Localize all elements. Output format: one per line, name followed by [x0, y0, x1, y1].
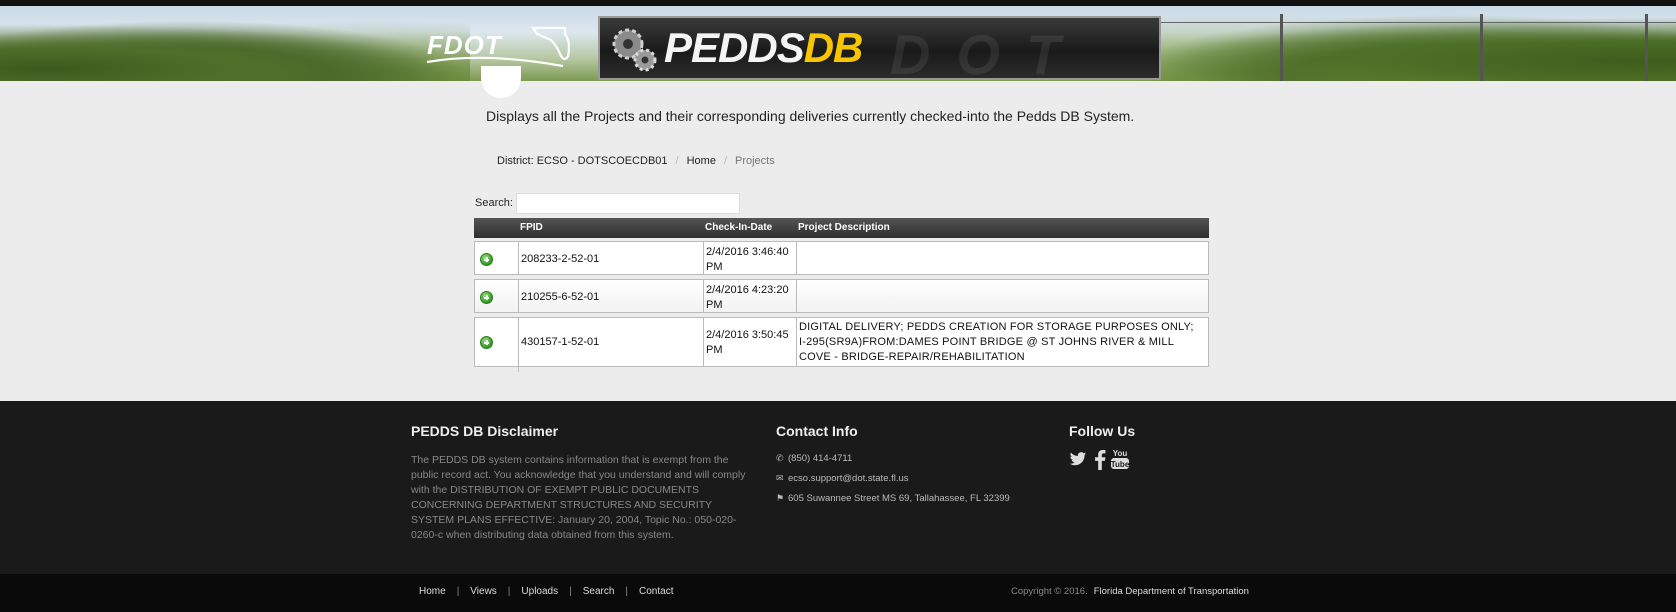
logo-watermark: DOT [890, 23, 1087, 81]
logo-wordmark: PEDDSDB [664, 24, 864, 72]
flag-icon: ⚑ [776, 493, 785, 503]
breadcrumb-separator: / [675, 155, 679, 167]
table-row[interactable]: 430157-1-52-01 2/4/2016 3:50:45 PM DIGIT… [474, 317, 1209, 372]
footer-nav-views[interactable]: Views [470, 586, 497, 597]
footer-nav-home[interactable]: Home [419, 586, 446, 597]
check-in-date-cell: 2/4/2016 3:50:45 PM [704, 318, 797, 366]
facebook-icon[interactable] [1094, 450, 1106, 470]
contact-phone: ✆ (850) 414-4711 [776, 453, 852, 464]
envelope-icon: ✉ [776, 473, 784, 483]
contact-address: ⚑ 605 Suwannee Street MS 69, Tallahassee,… [776, 493, 1010, 504]
gear-icon [612, 28, 657, 72]
youtube-icon-top: You [1113, 449, 1128, 458]
description-cell [797, 280, 1208, 312]
fdot-logo[interactable]: FDOT [425, 22, 575, 68]
breadcrumb-separator: / [723, 155, 727, 167]
footer-nav-search[interactable]: Search [583, 586, 615, 597]
contact-email[interactable]: ✉ ecso.support@dot.state.fl.us [776, 473, 909, 484]
breadcrumb: District: ECSO - DOTSCOECDB01 / Home / Proje… [497, 155, 775, 167]
fdot-logo-text: FDOT [427, 30, 502, 60]
banner-trees-left [0, 20, 470, 81]
fpid-text[interactable]: 210255-6-52-01 [521, 290, 699, 305]
check-in-date-ampm: PM [706, 344, 723, 356]
fpid-text[interactable]: 208233-2-52-01 [521, 252, 699, 267]
decorative-circle [481, 66, 521, 98]
fpid-text[interactable]: 430157-1-52-01 [521, 335, 699, 350]
expand-cell [475, 242, 519, 274]
footer-nav-contact[interactable]: Contact [639, 586, 673, 597]
expand-row-icon[interactable] [480, 253, 493, 266]
check-in-date-ampm: PM [706, 299, 723, 311]
fpid-cell: 430157-1-52-01 [519, 318, 704, 366]
disclaimer-text: The PEDDS DB system contains information… [411, 454, 746, 541]
power-pole [1480, 14, 1483, 81]
nav-divider: | [507, 586, 511, 597]
contact-title: Contact Info [776, 423, 858, 439]
pedds-db-logo[interactable]: DOT PEDDSDB [598, 16, 1161, 81]
footer-nav-uploads[interactable]: Uploads [521, 586, 558, 597]
contact-phone-text: (850) 414-4711 [788, 453, 853, 464]
contact-address-text: 605 Suwannee Street MS 69, Tallahassee, … [788, 493, 1010, 504]
description-cell [797, 242, 1208, 274]
column-header-check-in-date[interactable]: Check-In-Date [705, 222, 772, 233]
check-in-date-text: 2/4/2016 3:50:45 [706, 329, 789, 341]
copyright-text: Copyright © 2016. [1011, 586, 1088, 597]
search-label: Search: [475, 197, 513, 209]
search-input[interactable] [516, 193, 740, 214]
header-banner: FDOT DOT PEDDSDB [0, 0, 1676, 81]
fpid-cell: 210255-6-52-01 [519, 280, 704, 312]
power-pole [1280, 14, 1283, 81]
breadcrumb-home-link[interactable]: Home [687, 155, 716, 167]
table-row[interactable]: 208233-2-52-01 2/4/2016 3:46:40 PM [474, 241, 1209, 275]
breadcrumb-current: Projects [735, 155, 775, 167]
phone-icon: ✆ [776, 453, 784, 463]
projects-table: FPID Check-In-Date Project Description 2… [474, 218, 1209, 372]
youtube-icon-bottom: Tube [1111, 460, 1129, 469]
footer-nav: Home | Views | Uploads | Search | Contact [419, 586, 673, 597]
description-cell: DIGITAL DELIVERY; PEDDS CREATION FOR STO… [797, 318, 1208, 366]
check-in-date-cell: 2/4/2016 3:46:40 PM [704, 242, 797, 274]
disclaimer-title: PEDDS DB Disclaimer [411, 423, 559, 439]
check-in-date-cell: 2/4/2016 4:23:20 PM [704, 280, 797, 312]
nav-divider: | [625, 586, 629, 597]
bottom-bar: Home | Views | Uploads | Search | Contact Copyri… [0, 574, 1676, 612]
table-header: FPID Check-In-Date Project Description [474, 218, 1209, 238]
expand-cell [475, 318, 519, 372]
check-in-date-text: 2/4/2016 3:46:40 [706, 246, 789, 258]
check-in-date-ampm: PM [706, 261, 723, 273]
breadcrumb-district: District: ECSO - DOTSCOECDB01 [497, 155, 668, 167]
column-header-fpid[interactable]: FPID [520, 222, 543, 233]
nav-divider: | [456, 586, 460, 597]
expand-cell [475, 280, 519, 312]
power-pole [1645, 14, 1648, 81]
power-line [1100, 22, 1676, 23]
page-description: Displays all the Projects and their corr… [486, 108, 1135, 124]
column-header-project-description[interactable]: Project Description [798, 222, 890, 233]
copyright-organization[interactable]: Florida Department of Transportation [1094, 586, 1249, 597]
fpid-cell: 208233-2-52-01 [519, 242, 704, 274]
logo-wordmark-pedds: PEDDS [664, 24, 805, 71]
nav-divider: | [569, 586, 572, 597]
expand-row-icon[interactable] [480, 336, 493, 349]
expand-row-icon[interactable] [480, 291, 493, 304]
twitter-icon[interactable] [1069, 450, 1087, 470]
banner-trees-right [1116, 14, 1676, 81]
copyright: Copyright © 2016. Florida Department of T… [1011, 586, 1249, 597]
logo-wordmark-db: DB [803, 24, 864, 71]
footer: PEDDS DB Disclaimer The PEDDS DB system … [0, 401, 1676, 574]
check-in-date-text: 2/4/2016 4:23:20 [706, 284, 789, 296]
table-row[interactable]: 210255-6-52-01 2/4/2016 4:23:20 PM [474, 279, 1209, 313]
description-text: DIGITAL DELIVERY; PEDDS CREATION FOR STO… [799, 321, 1194, 363]
contact-email-text[interactable]: ecso.support@dot.state.fl.us [788, 473, 909, 484]
youtube-icon[interactable]: You Tube [1111, 448, 1130, 469]
follow-us-title: Follow Us [1069, 423, 1136, 439]
